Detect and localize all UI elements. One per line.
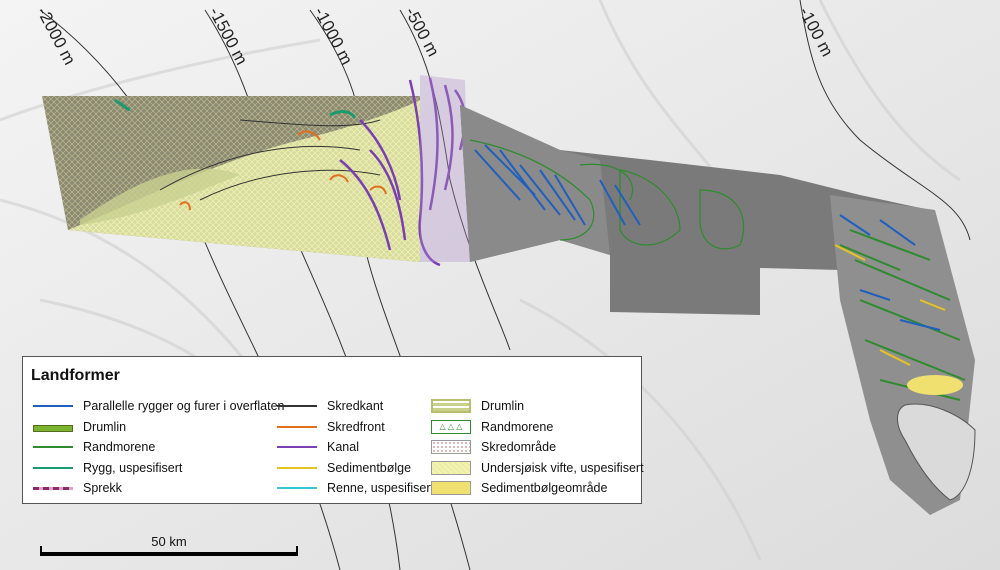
legend-item: Sedimentbølge <box>275 459 411 477</box>
map-legend: Landformer Parallelle rygger og furer i … <box>22 356 644 504</box>
legend-item: Sedimentbølgeområde <box>429 479 607 497</box>
legend-title: Landformer <box>31 367 120 384</box>
legend-item-label: Parallelle rygger og furer i overflaten <box>83 399 285 413</box>
legend-item-label: Sprekk <box>83 481 122 495</box>
green-line-icon <box>31 440 75 454</box>
legend-item-label: Rygg, uspesifisert <box>83 460 183 475</box>
drumlin-area-icon <box>429 399 473 413</box>
purple-dashed-line-icon <box>31 481 75 495</box>
teal-line-icon <box>31 461 75 475</box>
legend-item: Renne, uspesifisert <box>275 479 434 497</box>
slide-area-icon <box>429 440 473 454</box>
sediment-wave-area-icon <box>429 481 473 495</box>
legend-item-label: Sedimentbølge <box>327 460 412 475</box>
legend-item-label: Skredområde <box>481 440 557 454</box>
legend-item: Drumlin <box>31 418 126 436</box>
legend-item: Sprekk <box>31 479 122 497</box>
legend-item: Skredfront <box>275 418 385 436</box>
orange-line-icon <box>275 420 319 434</box>
legend-item: Skredkant <box>275 397 383 415</box>
legend-item-label: Randmorene <box>83 440 156 454</box>
legend-item-label: Sedimentbølgeområde <box>481 481 608 495</box>
black-line-icon <box>275 399 319 413</box>
legend-item: Rygg, uspesifisert <box>31 459 182 477</box>
fan-area-icon <box>429 460 473 475</box>
moraine-area-icon: △ △ △ <box>429 419 473 434</box>
legend-item-label: Skredfront <box>327 419 385 434</box>
yellow-line-icon <box>275 461 319 475</box>
legend-item: Undersjøisk vifte, uspesifisert <box>429 459 644 477</box>
legend-item-label: Drumlin <box>481 399 525 413</box>
blue-line-icon <box>31 399 75 413</box>
legend-item-label: Undersjøisk vifte, uspesifisert <box>481 460 644 475</box>
legend-item-label: Kanal <box>327 440 359 454</box>
legend-item-label: Drumlin <box>83 419 127 434</box>
legend-item: Kanal <box>275 438 359 456</box>
scale-line <box>40 552 298 556</box>
purple-line-icon <box>275 440 319 454</box>
sediment-wave-area <box>907 375 963 395</box>
green-thick-line-icon <box>31 420 75 434</box>
legend-item-label: Skredkant <box>327 399 384 413</box>
legend-item: Skredområde <box>429 438 556 456</box>
legend-item: Randmorene <box>31 438 155 456</box>
cyan-line-icon <box>275 481 319 495</box>
legend-item: △ △ △ Randmorene <box>429 418 553 436</box>
legend-item: Drumlin <box>429 397 524 415</box>
legend-item: Parallelle rygger og furer i overflaten <box>31 397 285 415</box>
legend-item-label: Randmorene <box>481 419 554 434</box>
legend-item-label: Renne, uspesifisert <box>327 481 435 495</box>
scale-label: 50 km <box>151 534 187 549</box>
